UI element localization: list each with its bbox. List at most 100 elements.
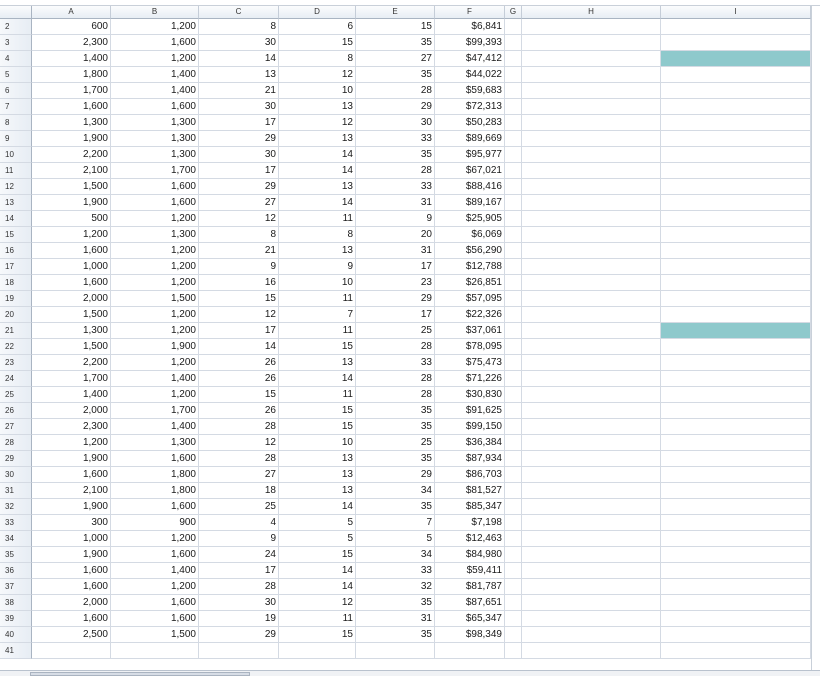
row-header-39[interactable]: 39 bbox=[0, 611, 32, 627]
cell-d19[interactable]: 11 bbox=[279, 291, 356, 307]
cell-h13[interactable] bbox=[522, 195, 661, 211]
cell-g19[interactable] bbox=[505, 291, 522, 307]
cell-f7[interactable]: $72,313 bbox=[435, 99, 505, 115]
cell-c41[interactable] bbox=[199, 643, 279, 659]
row-header-29[interactable]: 29 bbox=[0, 451, 32, 467]
cell-f29[interactable]: $87,934 bbox=[435, 451, 505, 467]
cell-c6[interactable]: 21 bbox=[199, 83, 279, 99]
cell-g3[interactable] bbox=[505, 35, 522, 51]
cell-g12[interactable] bbox=[505, 179, 522, 195]
cell-c24[interactable]: 26 bbox=[199, 371, 279, 387]
row-header-9[interactable]: 9 bbox=[0, 131, 32, 147]
cell-i12[interactable] bbox=[661, 179, 811, 195]
cell-i15[interactable] bbox=[661, 227, 811, 243]
cell-f10[interactable]: $95,977 bbox=[435, 147, 505, 163]
cell-d13[interactable]: 14 bbox=[279, 195, 356, 211]
cell-h10[interactable] bbox=[522, 147, 661, 163]
cell-g27[interactable] bbox=[505, 419, 522, 435]
cell-d41[interactable] bbox=[279, 643, 356, 659]
cell-f32[interactable]: $85,347 bbox=[435, 499, 505, 515]
cell-f5[interactable]: $44,022 bbox=[435, 67, 505, 83]
cell-a35[interactable]: 1,900 bbox=[32, 547, 111, 563]
cell-e27[interactable]: 35 bbox=[356, 419, 435, 435]
cell-f41[interactable] bbox=[435, 643, 505, 659]
column-header-c[interactable]: C bbox=[199, 6, 279, 19]
row-header-8[interactable]: 8 bbox=[0, 115, 32, 131]
row-header-30[interactable]: 30 bbox=[0, 467, 32, 483]
cell-e13[interactable]: 31 bbox=[356, 195, 435, 211]
cell-b23[interactable]: 1,200 bbox=[111, 355, 199, 371]
row-header-34[interactable]: 34 bbox=[0, 531, 32, 547]
row-header-11[interactable]: 11 bbox=[0, 163, 32, 179]
cell-e11[interactable]: 28 bbox=[356, 163, 435, 179]
cell-f28[interactable]: $36,384 bbox=[435, 435, 505, 451]
cell-c14[interactable]: 12 bbox=[199, 211, 279, 227]
cell-h12[interactable] bbox=[522, 179, 661, 195]
cell-h21[interactable] bbox=[522, 323, 661, 339]
cell-b29[interactable]: 1,600 bbox=[111, 451, 199, 467]
cell-e23[interactable]: 33 bbox=[356, 355, 435, 371]
cell-a30[interactable]: 1,600 bbox=[32, 467, 111, 483]
cell-g30[interactable] bbox=[505, 467, 522, 483]
cell-i11[interactable] bbox=[661, 163, 811, 179]
cell-a8[interactable]: 1,300 bbox=[32, 115, 111, 131]
cell-a2[interactable]: 600 bbox=[32, 19, 111, 35]
row-header-21[interactable]: 21 bbox=[0, 323, 32, 339]
cell-g39[interactable] bbox=[505, 611, 522, 627]
cell-i17[interactable] bbox=[661, 259, 811, 275]
cell-d17[interactable]: 9 bbox=[279, 259, 356, 275]
column-header-e[interactable]: E bbox=[356, 6, 435, 19]
cell-d38[interactable]: 12 bbox=[279, 595, 356, 611]
cell-e14[interactable]: 9 bbox=[356, 211, 435, 227]
cell-f22[interactable]: $78,095 bbox=[435, 339, 505, 355]
vertical-scrollbar-edge[interactable] bbox=[811, 6, 820, 670]
cell-h5[interactable] bbox=[522, 67, 661, 83]
cell-b7[interactable]: 1,600 bbox=[111, 99, 199, 115]
cell-g4[interactable] bbox=[505, 51, 522, 67]
cell-g26[interactable] bbox=[505, 403, 522, 419]
cell-c38[interactable]: 30 bbox=[199, 595, 279, 611]
cell-b14[interactable]: 1,200 bbox=[111, 211, 199, 227]
cell-d36[interactable]: 14 bbox=[279, 563, 356, 579]
cell-g23[interactable] bbox=[505, 355, 522, 371]
cell-i2[interactable] bbox=[661, 19, 811, 35]
cell-i35[interactable] bbox=[661, 547, 811, 563]
cell-a33[interactable]: 300 bbox=[32, 515, 111, 531]
row-header-37[interactable]: 37 bbox=[0, 579, 32, 595]
cell-g2[interactable] bbox=[505, 19, 522, 35]
cell-d3[interactable]: 15 bbox=[279, 35, 356, 51]
cell-e25[interactable]: 28 bbox=[356, 387, 435, 403]
cell-h35[interactable] bbox=[522, 547, 661, 563]
cell-a11[interactable]: 2,100 bbox=[32, 163, 111, 179]
cell-h29[interactable] bbox=[522, 451, 661, 467]
cell-c17[interactable]: 9 bbox=[199, 259, 279, 275]
cell-f16[interactable]: $56,290 bbox=[435, 243, 505, 259]
column-header-i[interactable]: I bbox=[661, 6, 811, 19]
cell-i21[interactable] bbox=[661, 323, 811, 339]
cell-c36[interactable]: 17 bbox=[199, 563, 279, 579]
cell-d9[interactable]: 13 bbox=[279, 131, 356, 147]
cell-a10[interactable]: 2,200 bbox=[32, 147, 111, 163]
cell-g13[interactable] bbox=[505, 195, 522, 211]
cell-e18[interactable]: 23 bbox=[356, 275, 435, 291]
cell-h24[interactable] bbox=[522, 371, 661, 387]
cell-h33[interactable] bbox=[522, 515, 661, 531]
cell-a27[interactable]: 2,300 bbox=[32, 419, 111, 435]
cell-c16[interactable]: 21 bbox=[199, 243, 279, 259]
row-header-33[interactable]: 33 bbox=[0, 515, 32, 531]
cell-a16[interactable]: 1,600 bbox=[32, 243, 111, 259]
cell-h34[interactable] bbox=[522, 531, 661, 547]
cell-a4[interactable]: 1,400 bbox=[32, 51, 111, 67]
cell-d7[interactable]: 13 bbox=[279, 99, 356, 115]
cell-h7[interactable] bbox=[522, 99, 661, 115]
row-header-40[interactable]: 40 bbox=[0, 627, 32, 643]
row-header-25[interactable]: 25 bbox=[0, 387, 32, 403]
cell-d40[interactable]: 15 bbox=[279, 627, 356, 643]
cell-d28[interactable]: 10 bbox=[279, 435, 356, 451]
row-header-10[interactable]: 10 bbox=[0, 147, 32, 163]
cell-i8[interactable] bbox=[661, 115, 811, 131]
cell-e32[interactable]: 35 bbox=[356, 499, 435, 515]
cell-b20[interactable]: 1,200 bbox=[111, 307, 199, 323]
cell-g15[interactable] bbox=[505, 227, 522, 243]
cell-e30[interactable]: 29 bbox=[356, 467, 435, 483]
